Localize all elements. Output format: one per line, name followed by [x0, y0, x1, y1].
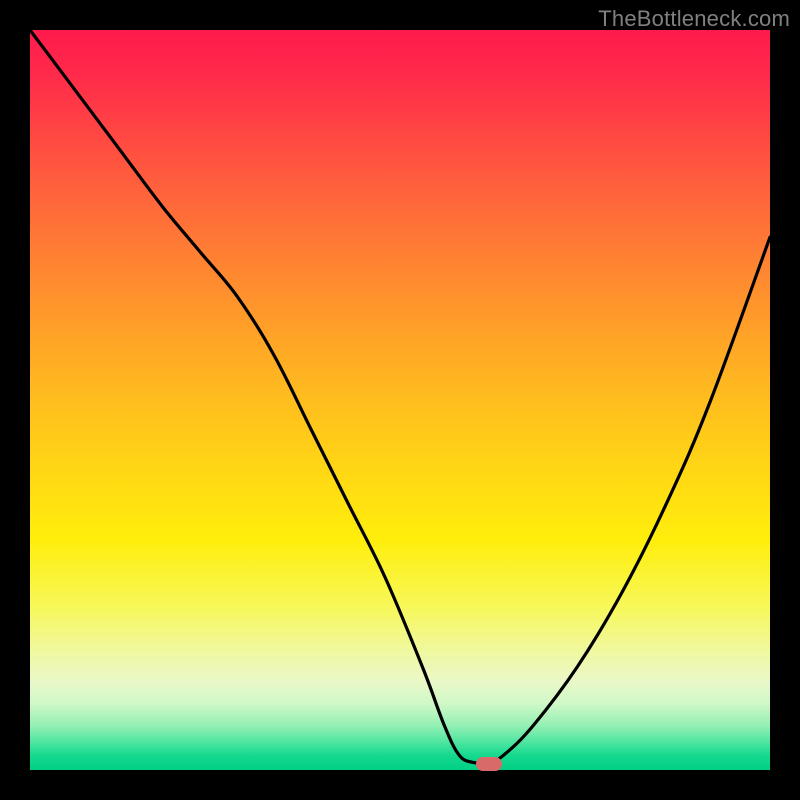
bottleneck-curve — [30, 30, 770, 770]
watermark-text: TheBottleneck.com — [598, 6, 790, 32]
plot-area — [30, 30, 770, 770]
optimum-marker — [476, 757, 502, 771]
curve-path — [30, 30, 770, 764]
chart-frame: TheBottleneck.com — [0, 0, 800, 800]
